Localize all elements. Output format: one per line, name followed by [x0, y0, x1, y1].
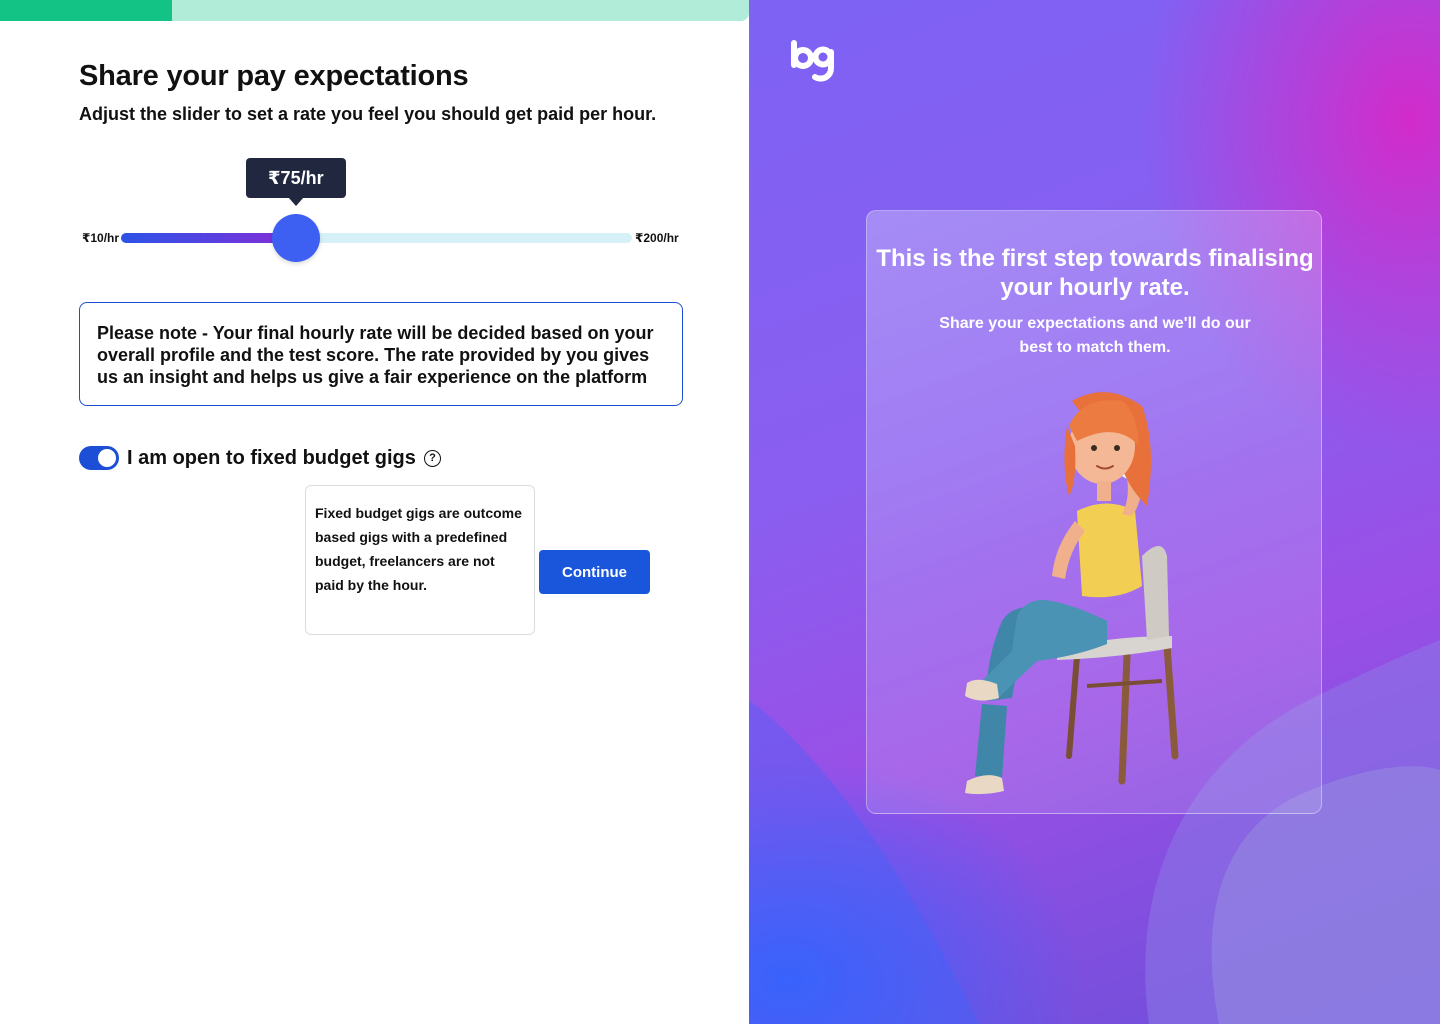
- form-panel: Share your pay expectations Adjust the s…: [0, 0, 749, 1024]
- rate-slider-track[interactable]: [121, 233, 632, 243]
- brand-logo-mark: [791, 40, 834, 82]
- fixed-budget-tooltip: Fixed budget gigs are outcome based gigs…: [305, 485, 535, 635]
- toggle-knob: [98, 449, 116, 467]
- rate-slider-fill: [121, 233, 296, 243]
- promo-subtitle: Share your expectations and we'll do our…: [939, 315, 1251, 356]
- slider-max-label: ₹200/hr: [635, 231, 679, 245]
- rate-note-box: Please note - Your final hourly rate wil…: [79, 302, 683, 406]
- continue-button[interactable]: Continue: [539, 550, 650, 594]
- page-subtitle: Adjust the slider to set a rate you feel…: [79, 104, 657, 124]
- brand-logo[interactable]: [790, 38, 836, 87]
- fixed-budget-label: I am open to fixed budget gigs: [127, 447, 416, 469]
- question-circle-icon[interactable]: ?: [424, 450, 441, 467]
- progress-bar: [0, 0, 749, 21]
- rate-note-text: Please note - Your final hourly rate wil…: [97, 323, 654, 387]
- woman-on-phone-illustration: [965, 392, 1179, 795]
- rate-slider-thumb[interactable]: [271, 214, 320, 262]
- progress-bar-fill: [0, 0, 173, 21]
- slider-min-label: ₹10/hr: [82, 231, 120, 245]
- promo-title: This is the first step towards finalisin…: [876, 245, 1314, 301]
- fixed-budget-toggle[interactable]: [79, 446, 119, 470]
- promo-panel: This is the first step towards finalisin…: [749, 0, 1440, 1024]
- slider-value-tooltip: ₹75/hr: [245, 158, 346, 206]
- promo-card: This is the first step towards finalisin…: [866, 210, 1322, 814]
- page-title: Share your pay expectations: [79, 60, 469, 92]
- fixed-budget-tooltip-text: Fixed budget gigs are outcome based gigs…: [315, 505, 522, 593]
